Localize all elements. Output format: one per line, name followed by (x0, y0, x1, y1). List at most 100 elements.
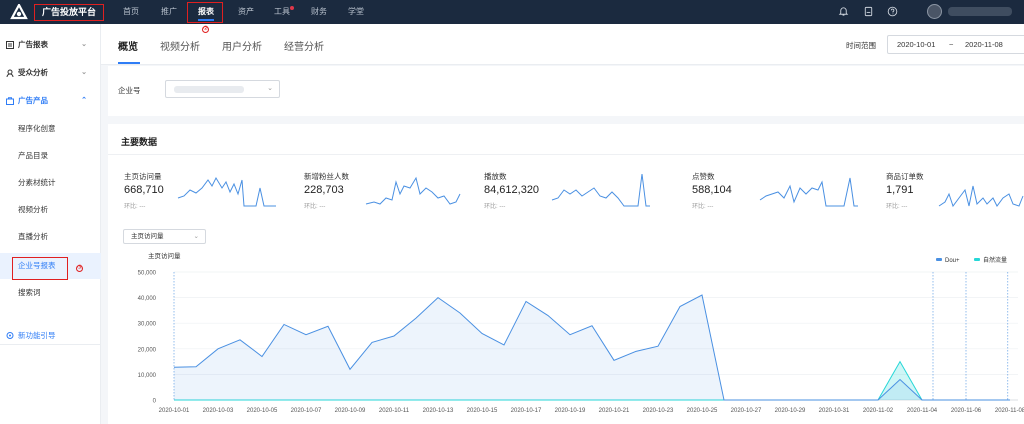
sidebar-group-label: 广告报表 (18, 40, 48, 49)
chart-title: 主页访问量 (148, 251, 181, 260)
enterprise-select[interactable]: ⌄ (165, 80, 280, 98)
x-tick-label: 2020-10-11 (379, 408, 410, 414)
sidebar-item-material-stats[interactable]: 分素材统计 (0, 170, 101, 196)
range-separator: ~ (949, 40, 954, 49)
nav-home[interactable]: 首页 (123, 0, 139, 24)
sidebar-group-label: 广告产品 (18, 96, 48, 105)
product-icon (6, 97, 14, 105)
bell-icon[interactable] (838, 6, 849, 17)
end-date[interactable]: 2020-11-08 (965, 36, 1003, 53)
active-nav-indicator (198, 19, 214, 21)
document-icon[interactable] (863, 6, 874, 17)
start-date[interactable]: 2020-10-01 (897, 36, 935, 53)
sidebar-group-ad-products[interactable]: 广告产品 ⌃ (0, 88, 101, 114)
x-tick-label: 2020-10-31 (819, 408, 850, 414)
card-title: 主要数据 (121, 137, 158, 147)
date-range-picker[interactable]: 2020-10-01 ~ 2020-11-08 (887, 35, 1024, 54)
report-icon (6, 41, 14, 49)
sparkline-new-fans (365, 176, 461, 205)
sidebar-item-product-catalog[interactable]: 产品目录 (0, 143, 101, 169)
annotation-marker-3: ③ (76, 265, 83, 272)
metric-label-plays: 播放数 (484, 172, 507, 181)
sidebar-item-video-analysis[interactable]: 视频分析 (0, 197, 101, 223)
y-tick-label: 0 (153, 399, 157, 405)
x-tick-label: 2020-10-21 (599, 408, 630, 414)
metric-label-new-fans: 新增粉丝人数 (304, 172, 349, 181)
nav-promotion[interactable]: 推广 (161, 0, 177, 24)
metric-ratio: 环比: --- (124, 204, 146, 210)
legend-swatch (936, 258, 942, 261)
x-tick-label: 2020-10-27 (731, 408, 762, 414)
y-tick-label: 30,000 (138, 322, 157, 328)
sidebar-new-feature-guide[interactable]: 新功能引导 (0, 323, 101, 349)
series-area-0 (174, 295, 1010, 400)
metric-ratio: 环比: --- (304, 204, 326, 210)
sidebar-group-audience[interactable]: 受众分析 ⌄ (0, 60, 101, 86)
active-tab-indicator (118, 62, 140, 64)
sparkline-likes (759, 177, 858, 207)
chevron-down-icon: ⌄ (81, 41, 87, 48)
audience-icon (6, 69, 14, 77)
metric-value-new-fans: 228,703 (304, 184, 344, 196)
annotation-box-enterprise-report (12, 257, 68, 280)
x-tick-label: 2020-10-05 (247, 408, 278, 414)
y-tick-label: 10,000 (138, 373, 157, 379)
x-tick-label: 2020-10-19 (555, 408, 586, 414)
top-navigation-bar: 广告投放平台 ① 首页 推广 报表 ② 资产 工具 财务 学堂 (0, 0, 1024, 33)
x-tick-label: 2020-10-01 (159, 408, 190, 414)
nav-academy[interactable]: 学堂 (348, 0, 364, 24)
chevron-up-icon: ⌃ (81, 97, 87, 104)
metric-label-orders: 商品订单数 (886, 172, 924, 181)
enterprise-label: 企业号 (118, 86, 141, 95)
chevron-down-icon: ⌄ (81, 69, 87, 76)
nav-assets[interactable]: 资产 (238, 0, 254, 24)
sidebar-group-label: 受众分析 (18, 68, 48, 77)
logo-icon (10, 4, 28, 20)
tab-overview[interactable]: 概览 (118, 38, 138, 53)
username-redacted[interactable] (948, 7, 1012, 16)
sidebar-item-live-analysis[interactable]: 直播分析 (0, 224, 101, 250)
nav-finance[interactable]: 财务 (311, 0, 327, 24)
homepage-visits-chart: 主页访问量 0 10,000 20,000 30,000 40,000 50,000 2020… (138, 251, 1024, 414)
help-icon[interactable] (887, 6, 898, 17)
metric-value-orders: 1,791 (886, 184, 914, 196)
x-tick-label: 2020-11-06 (951, 408, 982, 414)
sidebar-group-ad-reports[interactable]: 广告报表 ⌄ (0, 32, 101, 58)
notification-dot (290, 6, 294, 10)
x-tick-label: 2020-11-04 (907, 408, 938, 414)
metric-ratio: 环比: --- (886, 204, 908, 210)
metric-label-homepage-visits: 主页访问量 (124, 172, 162, 181)
tab-video-analysis[interactable]: 视频分析 (160, 38, 200, 53)
chevron-down-icon: ⌄ (193, 233, 199, 240)
metric-value-homepage-visits: 668,710 (124, 184, 164, 196)
chevron-down-icon: ⌄ (267, 85, 273, 92)
user-avatar[interactable] (927, 4, 942, 19)
y-tick-label: 40,000 (138, 296, 157, 302)
x-tick-label: 2020-10-07 (291, 408, 322, 414)
metric-ratio: 环比: --- (692, 204, 714, 210)
x-tick-label: 2020-10-25 (687, 408, 718, 414)
chart-metric-value: 主页访问量 (131, 233, 164, 240)
x-tick-label: 2020-10-23 (643, 408, 674, 414)
x-tick-label: 2020-10-17 (511, 408, 542, 414)
tab-user-analysis[interactable]: 用户分析 (222, 38, 262, 53)
legend-label: Dou+ (945, 258, 960, 264)
sidebar-item-search-terms[interactable]: 搜索词 (0, 280, 101, 306)
sidebar-item-programmatic-creative[interactable]: 程序化创意 (0, 116, 101, 142)
tab-business-analysis[interactable]: 经营分析 (284, 38, 324, 53)
legend-swatch (974, 258, 980, 261)
time-range-label: 时间范围 (846, 41, 876, 50)
x-tick-label: 2020-11-02 (863, 408, 894, 414)
guide-label: 新功能引导 (18, 331, 56, 340)
card-divider (108, 154, 1024, 155)
x-tick-label: 2020-11-08 (995, 408, 1024, 414)
metric-value-likes: 588,104 (692, 184, 732, 196)
nav-tools[interactable]: 工具 (274, 0, 290, 24)
metric-value-plays: 84,612,320 (484, 184, 540, 196)
chart-metric-select[interactable]: 主页访问量 ⌄ (123, 229, 206, 244)
platform-title[interactable]: 广告投放平台 (34, 4, 104, 21)
y-tick-label: 50,000 (138, 271, 157, 277)
sidebar: 广告报表 ⌄ 受众分析 ⌄ 广告产品 ⌃ 程序化创意 产品目录 分素材统计 视频… (0, 24, 101, 424)
sparkline-homepage-visits (177, 176, 276, 207)
metric-ratio: 环比: --- (484, 204, 506, 210)
